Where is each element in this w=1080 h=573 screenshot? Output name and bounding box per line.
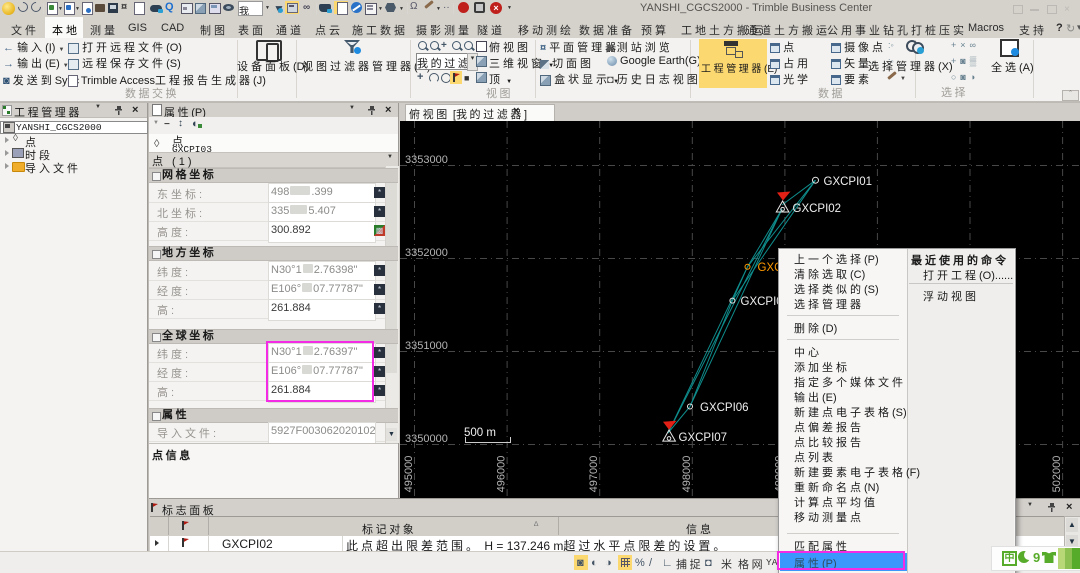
svg-text:500 m: 500 m bbox=[464, 427, 496, 439]
svg-text:3352000: 3352000 bbox=[405, 247, 448, 259]
svg-text:498000: 498000 bbox=[681, 456, 693, 493]
svg-text:GXCPI01: GXCPI01 bbox=[824, 176, 873, 188]
svg-text:496000: 496000 bbox=[496, 456, 508, 493]
svg-text:GXCPI06: GXCPI06 bbox=[700, 402, 749, 414]
svg-text:495000: 495000 bbox=[403, 456, 415, 493]
svg-text:497000: 497000 bbox=[588, 456, 600, 493]
svg-text:3350000: 3350000 bbox=[405, 433, 448, 445]
svg-text:502000: 502000 bbox=[1051, 456, 1063, 493]
svg-text:GXCPI02: GXCPI02 bbox=[793, 203, 842, 215]
svg-text:GXCPI07: GXCPI07 bbox=[679, 432, 728, 444]
svg-text:3353000: 3353000 bbox=[405, 154, 448, 166]
svg-text:3351000: 3351000 bbox=[405, 340, 448, 352]
